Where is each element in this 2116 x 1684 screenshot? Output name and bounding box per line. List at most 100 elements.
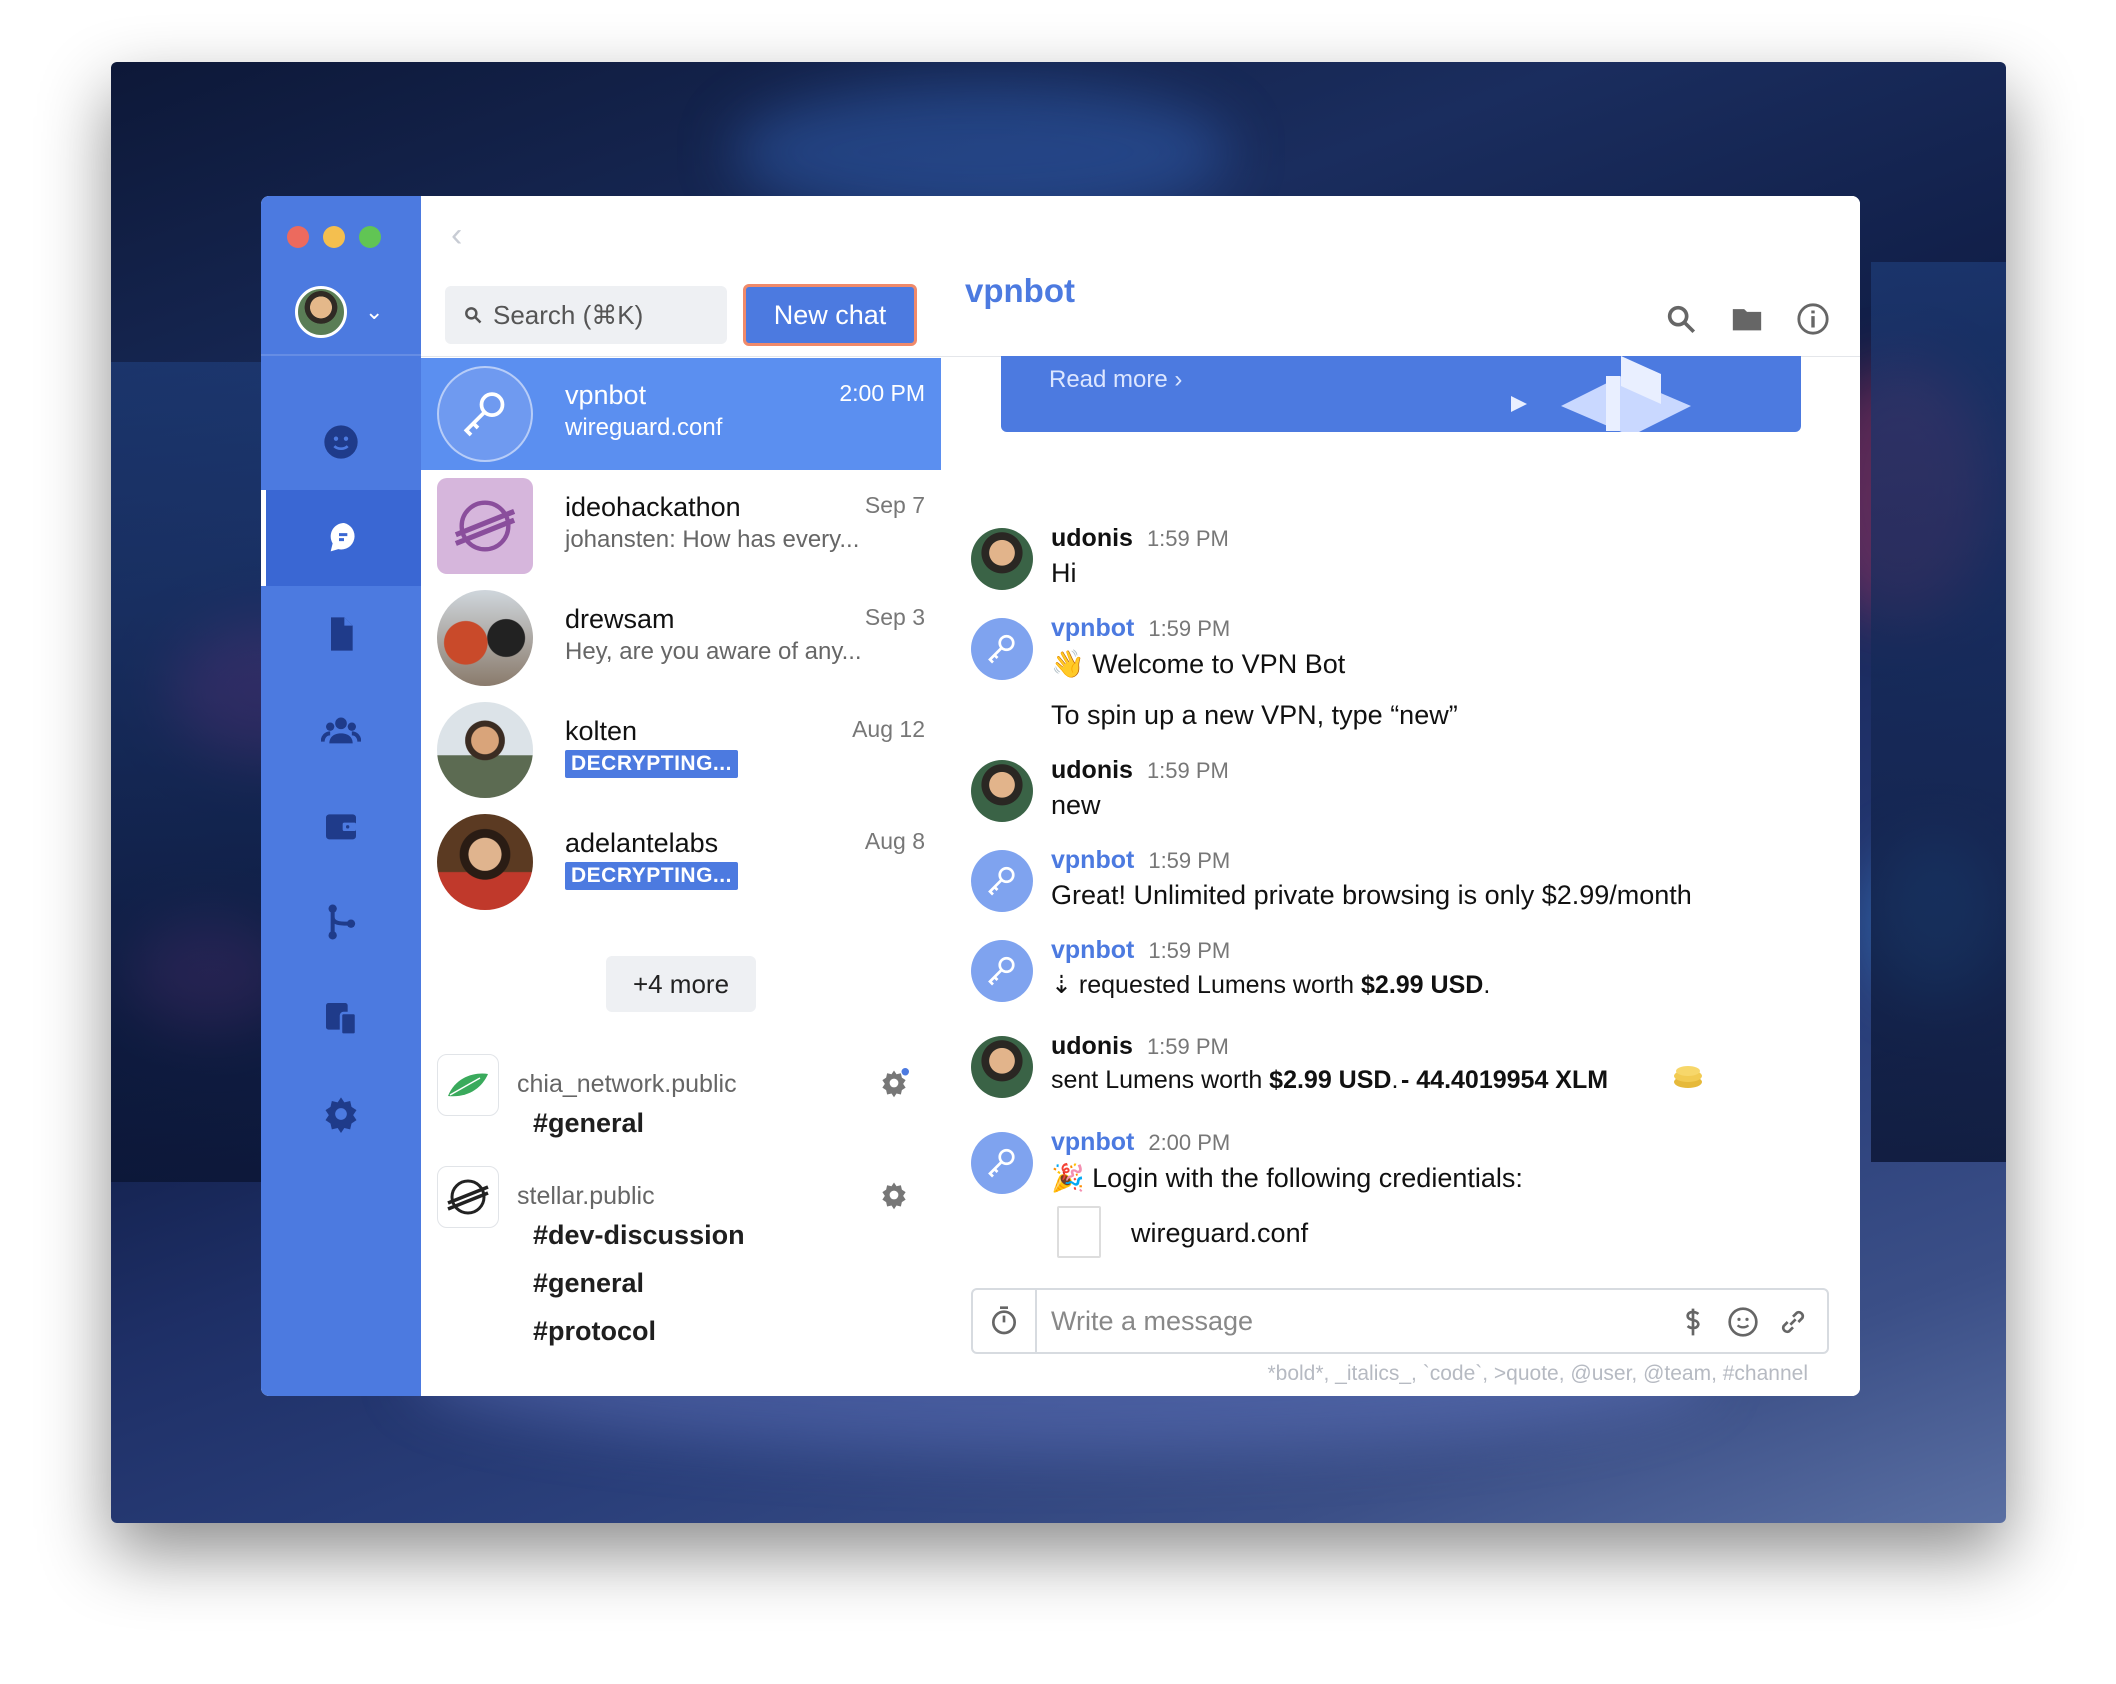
close-button[interactable] (287, 226, 309, 248)
conversation-time: Sep 3 (864, 604, 925, 630)
payment-amount: $2.99 USD (1269, 1066, 1392, 1094)
new-chat-button[interactable]: New chat (743, 284, 917, 346)
message: udonis 1:59 PM Hi (971, 524, 1831, 594)
nav-files[interactable] (261, 586, 421, 682)
avatar (971, 760, 1033, 822)
bot-avatar (437, 366, 533, 462)
nav-wallet[interactable] (261, 778, 421, 874)
conversation-name: kolten (565, 716, 638, 746)
dollar-icon[interactable] (1677, 1306, 1709, 1338)
stellar-logo-icon (447, 1179, 489, 1215)
conversation-item[interactable]: adelantelabs Aug 8 DECRYPTING... (421, 806, 941, 918)
composer-actions (1677, 1306, 1809, 1338)
conversation-snippet: johansten: How has every... (565, 526, 860, 553)
chat-title: vpnbot (965, 272, 1075, 309)
stellar-logo-icon (454, 500, 516, 552)
read-more-link[interactable]: Read more › (1049, 366, 1182, 394)
payment-sent[interactable]: sent Lumens worth $2.99 USD. (1051, 1066, 1398, 1095)
gear-icon[interactable] (879, 1068, 909, 1098)
nav-teams[interactable] (261, 682, 421, 778)
back-arrow-icon[interactable]: ‹ (451, 216, 462, 255)
folder-icon[interactable] (1730, 302, 1764, 336)
message-time: 2:00 PM (1148, 1130, 1231, 1155)
team-header[interactable]: stellar.public (437, 1166, 925, 1228)
info-icon[interactable] (1796, 302, 1830, 336)
search-icon[interactable] (1664, 302, 1698, 336)
message-author[interactable]: udonis 1:59 PM (1051, 756, 1229, 785)
key-icon (988, 866, 1015, 896)
message-time: 1:59 PM (1148, 616, 1231, 641)
key-icon (988, 634, 1015, 664)
bot-avatar (971, 850, 1033, 912)
decrypting-badge: DECRYPTING... (565, 862, 738, 890)
leaf-icon (448, 1073, 488, 1097)
zoom-button[interactable] (359, 226, 381, 248)
message-author[interactable]: vpnbot 2:00 PM (1051, 1128, 1230, 1157)
stopwatch-icon (992, 1306, 1016, 1335)
team-name: stellar.public (517, 1182, 655, 1210)
chevron-down-icon: ⌄ (365, 299, 384, 324)
bot-avatar (971, 1132, 1033, 1194)
message-text: Hi (1051, 558, 1077, 588)
emoji-icon[interactable] (1727, 1306, 1759, 1338)
attachment-name[interactable]: wireguard.conf (1131, 1218, 1308, 1249)
nav-settings[interactable] (261, 1066, 421, 1162)
nav-people[interactable] (261, 394, 421, 490)
gear-icon[interactable] (879, 1180, 909, 1210)
conversation-list-pane: ‹ Search (⌘K) New chat vpnbot 2:00 PM wi… (421, 196, 941, 1396)
key-icon (463, 392, 505, 437)
conversation-item[interactable]: ideohackathon Sep 7 johansten: How has e… (421, 470, 941, 582)
bot-avatar (971, 940, 1033, 1002)
channel-item[interactable]: #general (533, 1268, 644, 1299)
message-time: 1:59 PM (1146, 1034, 1229, 1059)
nav-devices[interactable] (261, 970, 421, 1066)
exploding-timer-button[interactable] (973, 1290, 1037, 1352)
channel-item[interactable]: #general (533, 1108, 644, 1139)
request-icon: ⇣ (1051, 971, 1079, 999)
conversation-item[interactable]: kolten Aug 12 DECRYPTING... (421, 694, 941, 806)
message-author[interactable]: udonis 1:59 PM (1051, 1032, 1229, 1061)
key-icon (988, 1148, 1015, 1178)
team-header[interactable]: chia_network.public (437, 1054, 925, 1116)
search-placeholder: Search (⌘K) (493, 299, 644, 330)
message-author[interactable]: udonis 1:59 PM (1051, 524, 1229, 553)
chat-pane: vpnbot Read more › udonis 1:59 PM Hi vpnb… (941, 196, 1860, 1396)
conversation-name: adelantelabs (565, 828, 719, 858)
message-text: Great! Unlimited private browsing is onl… (1051, 880, 1692, 910)
chat-header-actions (1664, 302, 1830, 336)
conversation-item[interactable]: vpnbot 2:00 PM wireguard.conf (421, 358, 941, 470)
payment-request[interactable]: ⇣ requested Lumens worth $2.99 USD. (1051, 970, 1490, 1000)
message-author[interactable]: vpnbot 1:59 PM (1051, 936, 1230, 965)
nav-git[interactable] (261, 874, 421, 970)
decrypting-badge: DECRYPTING... (565, 750, 738, 778)
account-switcher[interactable]: ⌄ (295, 286, 383, 338)
team-name: chia_network.public (517, 1070, 737, 1098)
git-branch-icon (328, 904, 356, 940)
payment-amount: $2.99 USD (1361, 971, 1484, 999)
minimize-button[interactable] (323, 226, 345, 248)
message-text: 🎉 Login with the following credientials: (1051, 1163, 1523, 1193)
message-author[interactable]: vpnbot 1:59 PM (1051, 614, 1230, 643)
conversation-time: 2:00 PM (839, 380, 925, 406)
message-input[interactable] (1051, 1302, 1611, 1340)
nav-chat[interactable] (261, 490, 421, 586)
message: vpnbot 1:59 PM Great! Unlimited private b… (971, 846, 1831, 916)
xlm-amount: - 44.4019954 XLM (1401, 1066, 1609, 1094)
message-time: 1:59 PM (1146, 758, 1229, 783)
conversation-name: drewsam (565, 604, 675, 634)
channel-item[interactable]: #dev-discussion (533, 1220, 745, 1251)
conversation-item[interactable]: drewsam Sep 3 Hey, are you aware of any.… (421, 582, 941, 694)
divider (421, 356, 941, 357)
illustration-icon (1511, 356, 1691, 432)
file-icon[interactable] (1057, 1206, 1101, 1258)
window-controls (287, 226, 381, 248)
message-text: new (1051, 790, 1101, 820)
attachment-icon[interactable] (1777, 1306, 1809, 1338)
divider (261, 354, 421, 356)
devices-icon (326, 1003, 358, 1036)
conversation-name: ideohackathon (565, 492, 741, 522)
message-author[interactable]: vpnbot 1:59 PM (1051, 846, 1230, 875)
show-more-button[interactable]: +4 more (606, 956, 756, 1012)
channel-item[interactable]: #protocol (533, 1316, 656, 1347)
search-box[interactable]: Search (⌘K) (445, 286, 727, 344)
